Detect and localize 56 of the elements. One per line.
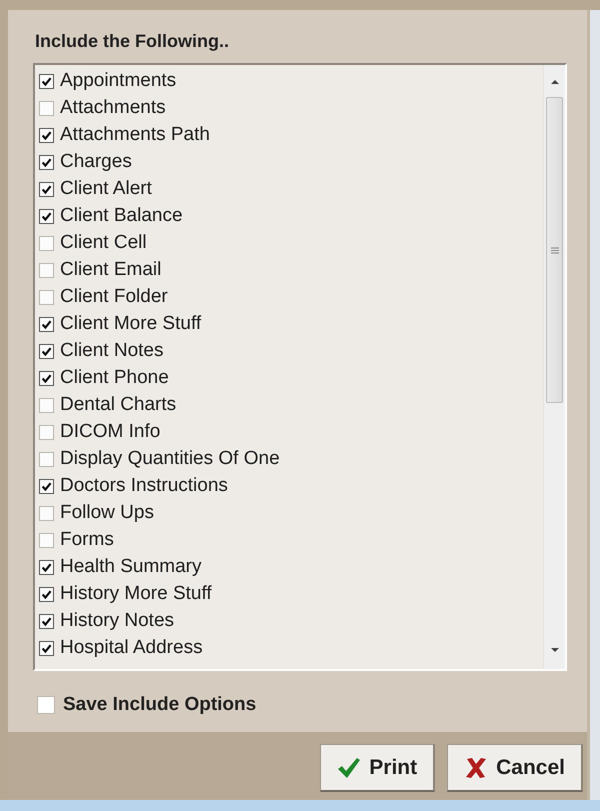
checkbox-label: Dental Charts [60,393,176,418]
checkbox-label: Follow Ups [60,501,154,526]
x-icon [464,756,488,778]
checkbox-label: Client Cell [60,231,147,256]
checkbox[interactable] [39,398,54,413]
checkbox[interactable] [39,641,54,656]
checkbox-label: Client Balance [60,204,183,228]
checkbox-label: Hospital Address [60,636,203,660]
checkbox[interactable] [39,209,54,224]
checkbox-label: History More Stuff [60,582,212,606]
checkbox-label: Client Alert [60,177,152,202]
checkbox[interactable] [39,614,54,629]
checkbox-label: Client Email [60,258,162,282]
checkbox[interactable] [39,182,54,197]
checkbox-label: Attachments [60,96,166,120]
checkbox-label: Forms [60,528,114,552]
cancel-button[interactable]: Cancel [447,744,583,792]
scroll-up-icon[interactable] [550,77,560,87]
checkbox[interactable] [39,533,54,548]
checkbox[interactable] [39,101,54,116]
checkbox-label: Save Include Options [63,693,256,717]
checkmark-icon [337,756,362,778]
checkbox[interactable] [39,155,54,170]
checkbox[interactable] [39,263,54,278]
checkbox[interactable] [39,479,54,494]
checkbox-label: Attachments Path [60,123,210,148]
checkbox-label: History Notes [60,609,174,634]
checkbox[interactable] [39,128,54,143]
checkbox-label: Client Notes [60,339,164,364]
checkbox-label: Client Phone [60,366,169,390]
checkbox[interactable] [39,74,54,89]
grip-icon [550,246,558,254]
checkbox-label: Client Folder [60,285,168,310]
checkbox[interactable] [39,317,54,332]
checkbox[interactable] [39,290,54,305]
checkbox-label: Doctors Instructions [60,474,228,498]
checkbox[interactable] [39,560,54,575]
scroll-thumb[interactable] [546,97,563,403]
print-button[interactable]: Print [320,744,436,792]
checkbox[interactable] [39,425,54,440]
checkbox[interactable] [39,587,54,602]
section-title: Include the Following.. [35,30,230,53]
scrollbar[interactable] [543,65,565,669]
checkbox[interactable] [39,506,54,521]
checkbox-label: Health Summary [60,555,202,580]
checkbox[interactable] [37,696,55,714]
checkbox[interactable] [39,344,54,359]
checkbox-label: Client More Stuff [60,312,202,336]
checkbox[interactable] [39,452,54,467]
scroll-down-icon[interactable] [550,645,560,655]
checkbox[interactable] [39,236,54,251]
checkbox-label: DICOM Info [60,420,160,444]
checkbox-label: Display Quantities Of One [60,447,280,472]
checkbox-label: Appointments [60,69,176,94]
checkbox[interactable] [39,371,54,386]
checkbox-label: Charges [60,150,132,174]
